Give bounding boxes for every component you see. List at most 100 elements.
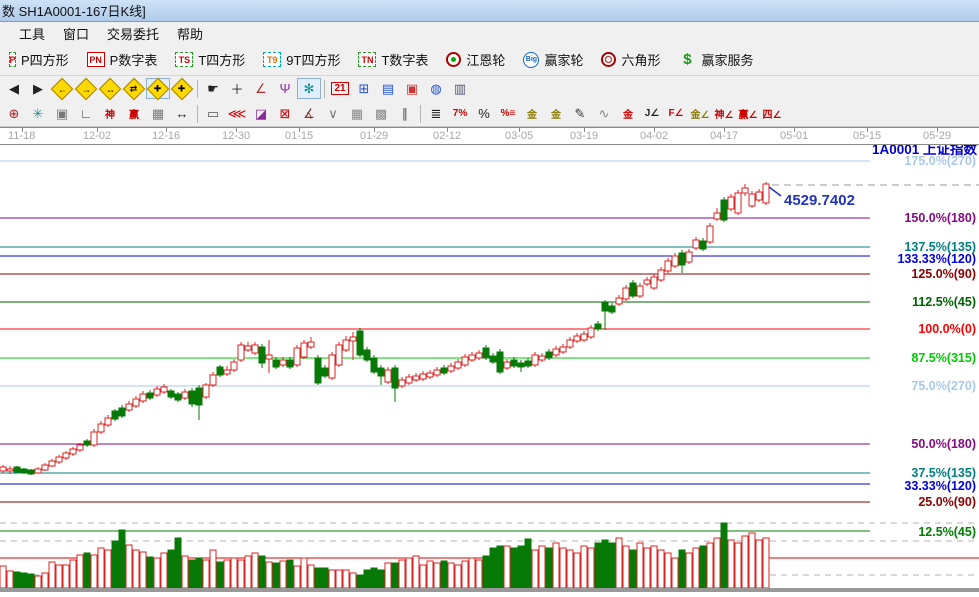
candle-body [629, 282, 637, 297]
parallel-lines-icon[interactable]: ∥ [393, 103, 417, 124]
volume-bar [517, 545, 525, 589]
date-tick [584, 128, 585, 132]
candle-body [482, 347, 490, 359]
volume-bar [20, 572, 28, 589]
v-lines-icon[interactable]: ∨ [321, 103, 345, 124]
arrow-fan-icon[interactable]: ∡ [297, 103, 321, 124]
pitchfork-icon[interactable]: Ψ [273, 78, 297, 99]
angle-shen-icon[interactable]: 神∠ [712, 103, 736, 124]
angle-ying-icon[interactable]: 赢∠ [736, 103, 760, 124]
angle-f-icon[interactable]: F∠ [664, 103, 688, 124]
candle-body [538, 355, 546, 361]
p-square-icon: P [9, 52, 16, 67]
restore-view-icon[interactable]: ✚ [170, 77, 194, 100]
candle-body [762, 183, 770, 204]
volume-bar [475, 559, 483, 589]
plugin-winner-service[interactable]: $ 赢家服务 [669, 47, 762, 73]
volume-bar [181, 555, 189, 589]
candle-body [580, 333, 588, 341]
gann-level-label: 12.5%(45) [918, 525, 976, 539]
plugin-hexagon[interactable]: 六角形 [592, 47, 669, 73]
menu-item-0[interactable]: 工具 [10, 22, 54, 45]
angle-si-icon[interactable]: 四∠ [760, 103, 784, 124]
scroll-left-icon[interactable]: ← [50, 77, 74, 100]
shen-tool-icon[interactable]: 神 [98, 103, 122, 124]
calculator-icon[interactable]: ⊞ [352, 78, 376, 99]
crosshair-icon[interactable]: ＋ [225, 78, 249, 99]
brush-icon[interactable]: ✎ [568, 103, 592, 124]
print-icon[interactable]: ▥ [448, 78, 472, 99]
fit-all-icon[interactable]: ✚ [146, 77, 170, 100]
cycle-tool-icon[interactable]: ✻ [297, 78, 321, 99]
report-icon[interactable]: ▤ [376, 78, 400, 99]
save-icon[interactable]: ▣ [400, 78, 424, 99]
volume-bar [594, 542, 602, 589]
volume-bar [251, 552, 259, 589]
zoom-out-icon[interactable]: ↔ [98, 77, 122, 100]
percent-line-icon[interactable]: 7% [448, 103, 472, 124]
angle-marks-icon[interactable]: ∟ [74, 103, 98, 124]
symbol-label: 1A0001 上证指数 [872, 145, 978, 157]
grid-b-icon[interactable]: ▩ [369, 103, 393, 124]
pan-hand-icon[interactable]: ☛ [201, 78, 225, 99]
back-icon[interactable]: ◀ [2, 78, 26, 99]
candle-body [440, 367, 448, 374]
candle-body [475, 352, 483, 359]
cross-box-icon[interactable]: ⊠ [273, 103, 297, 124]
grid-a-icon[interactable]: ▦ [345, 103, 369, 124]
candle-body [237, 344, 245, 361]
kline-chart-svg[interactable]: 175.0%(270)150.0%(180)137.5%(135)133.33%… [0, 141, 979, 592]
width-measure-icon[interactable]: ↔ [170, 103, 194, 124]
scroll-right-icon[interactable]: → [74, 77, 98, 100]
candle-body [6, 468, 14, 472]
candle-body [251, 344, 259, 354]
volume-bar [237, 559, 245, 589]
rect-tool-icon[interactable]: ▭ [201, 103, 225, 124]
steps-icon[interactable]: ≣ [424, 103, 448, 124]
gann-circle-icon[interactable]: ⊕ [2, 103, 26, 124]
volume-bar [223, 559, 231, 589]
gann-square-icon[interactable]: ▣ [50, 103, 74, 124]
percent-icon[interactable]: % [472, 103, 496, 124]
fan-box-icon[interactable]: ◪ [249, 103, 273, 124]
candle-body [552, 348, 560, 356]
volume-bar [559, 547, 567, 589]
gold-coin-icon[interactable]: 金 [520, 103, 544, 124]
percent-levels-icon[interactable]: %≡ [496, 103, 520, 124]
ying-tool-icon[interactable]: 赢 [122, 103, 146, 124]
plugin-t-square[interactable]: TS T四方形 [166, 47, 254, 73]
gold-lines-icon[interactable]: 金 [544, 103, 568, 124]
volume-bar [531, 549, 539, 589]
zoom-in-icon[interactable]: ⇄ [122, 77, 146, 100]
plugin-gann-wheel[interactable]: 江恩轮 [437, 47, 514, 73]
menu-item-2[interactable]: 交易委托 [98, 22, 168, 45]
volume-bar [587, 547, 595, 589]
chart-area[interactable]: 175.0%(270) 150.0%(180) 137.5%(135) 133.33%… [0, 141, 979, 592]
angle-j-icon[interactable]: J∠ [640, 103, 664, 124]
plugin-t-number-table[interactable]: TN T数字表 [349, 47, 437, 73]
angle-gold-icon[interactable]: 金∠ [688, 103, 712, 124]
gann-fan-icon[interactable]: ⋘ [225, 103, 249, 124]
volume-bar [286, 559, 294, 589]
plugin-9t-square[interactable]: T9 9T四方形 [254, 47, 349, 73]
volume-bar [48, 561, 56, 589]
plugin-p-square[interactable]: P P四方形 [0, 47, 78, 73]
t9-box-icon: T9 [263, 52, 282, 67]
wave-icon[interactable]: ∿ [592, 103, 616, 124]
gann-star-icon[interactable]: ✳ [26, 103, 50, 124]
calendar-icon[interactable]: 21 [328, 78, 352, 99]
date-tick [447, 128, 448, 132]
web-export-icon[interactable]: ◍ [424, 78, 448, 99]
forward-icon[interactable]: ▶ [26, 78, 50, 99]
volume-bar [482, 555, 490, 589]
menu-item-1[interactable]: 窗口 [54, 22, 98, 45]
volume-bar [454, 564, 462, 589]
plugin-winner-wheel[interactable]: Big 赢家轮 [514, 47, 592, 73]
volume-bar [727, 539, 735, 589]
menu-item-3[interactable]: 帮助 [168, 22, 212, 45]
price-grid-icon[interactable]: ▦ [146, 103, 170, 124]
trend-angle-icon[interactable]: ∠ [249, 78, 273, 99]
candle-body [489, 355, 497, 363]
gold-red-icon[interactable]: 金 [616, 103, 640, 124]
plugin-p-number-table[interactable]: PN P数字表 [78, 47, 167, 73]
